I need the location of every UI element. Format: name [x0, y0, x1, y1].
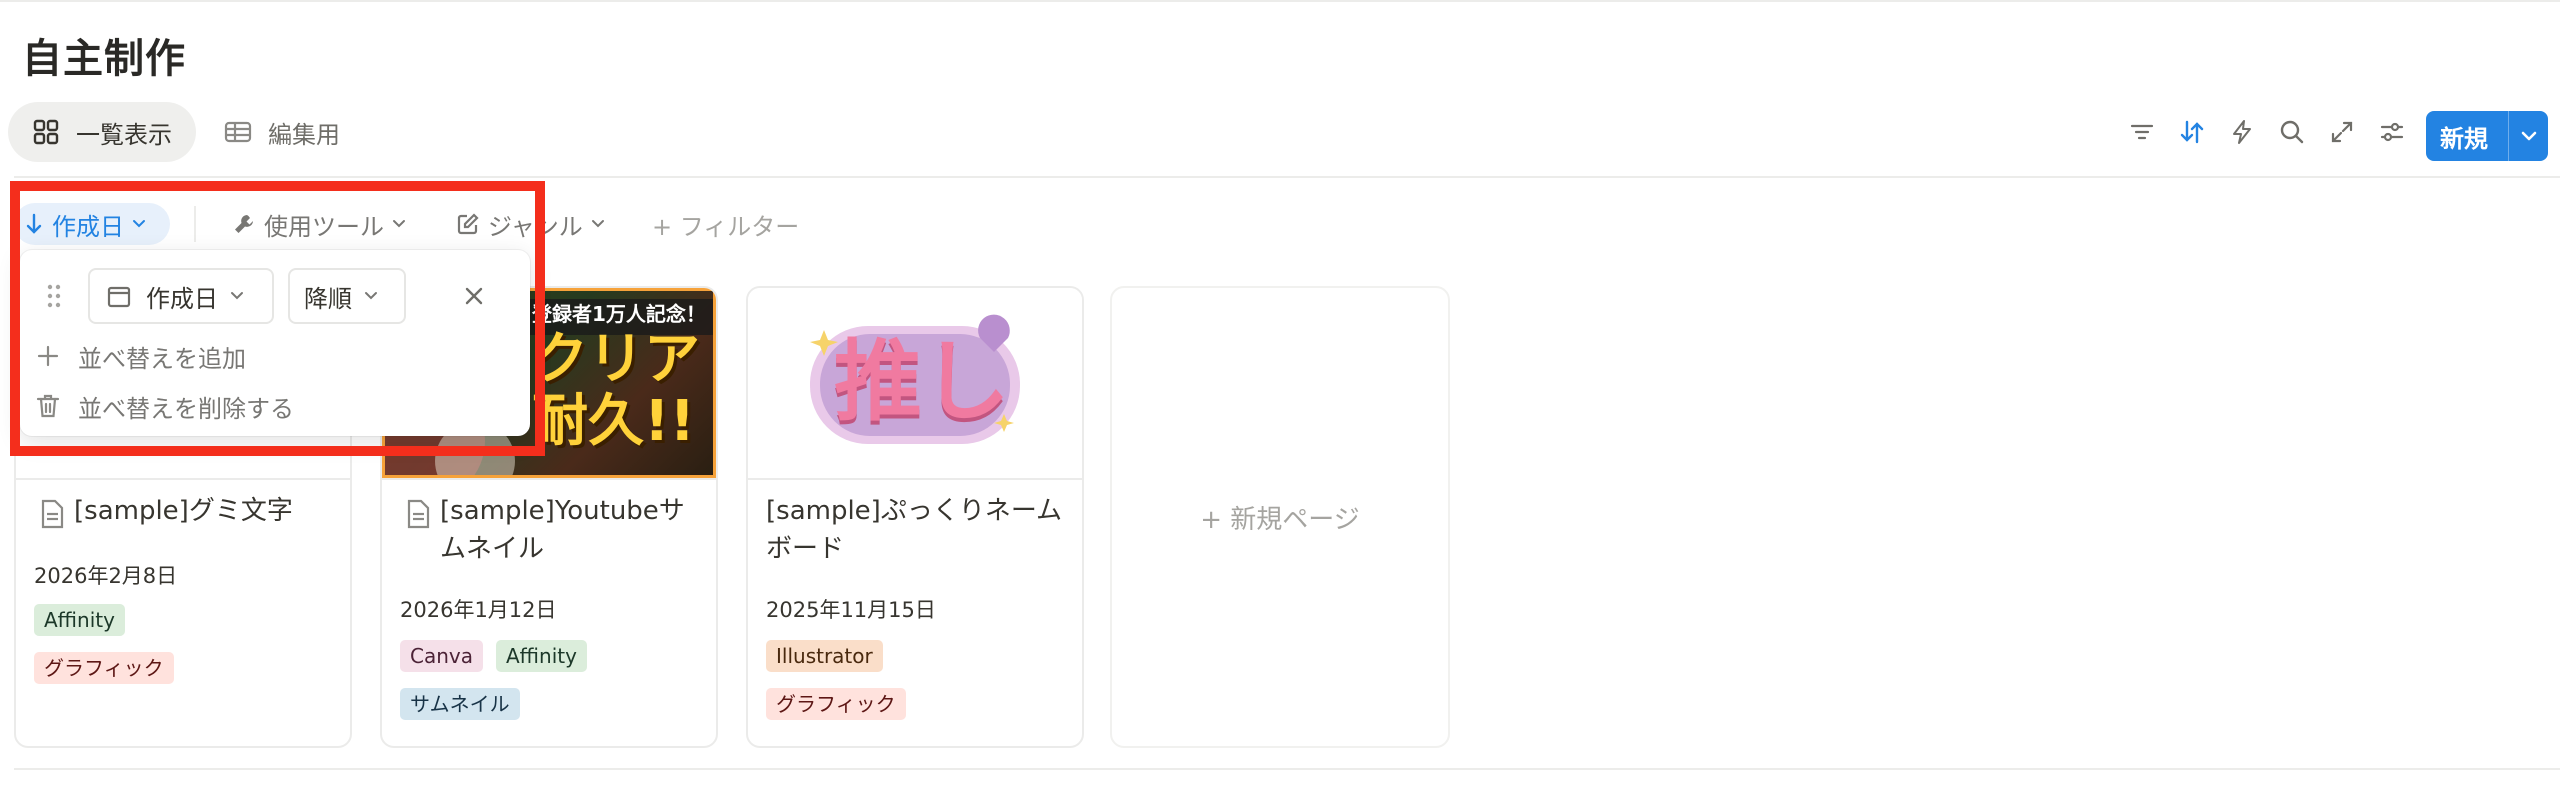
- page-icon: [41, 499, 64, 529]
- new-button-label: 新規: [2440, 124, 2488, 153]
- new-button[interactable]: 新規: [2426, 111, 2548, 161]
- chevron-down-icon: [591, 220, 604, 228]
- card-title: [sample]ぷっくりネームボード: [766, 496, 1063, 564]
- automation-icon[interactable]: [2224, 114, 2260, 150]
- thumbnail-divider: [748, 478, 1082, 480]
- tab-table-view[interactable]: 編集用: [218, 102, 340, 162]
- thumbnail-headline: クリア: [532, 327, 700, 392]
- add-filter-button[interactable]: + フィルター: [652, 203, 799, 245]
- expand-icon[interactable]: [2324, 114, 2360, 150]
- header-divider: [14, 176, 2560, 178]
- card-date: 2026年1月12日: [400, 598, 557, 622]
- table-icon: [224, 118, 252, 146]
- filter-icon[interactable]: [2124, 114, 2160, 150]
- tab-gallery-view[interactable]: 一覧表示: [8, 102, 196, 162]
- page-title: 自主制作: [22, 36, 186, 82]
- tag: Affinity: [496, 640, 587, 672]
- search-icon[interactable]: [2274, 114, 2310, 150]
- highlight-frame: [10, 181, 545, 456]
- tab-table-label: 編集用: [268, 120, 340, 149]
- card-title: [sample]グミ文字: [74, 496, 293, 526]
- sort-icon[interactable]: [2174, 114, 2210, 150]
- tag: Illustrator: [766, 640, 883, 672]
- thumbnail-caption: 登録者1万人記念！: [532, 302, 706, 326]
- tag: グラフィック: [766, 688, 906, 720]
- gallery-card[interactable]: 推し [sample]ぷっくりネームボード 2025年11月15日 Illust…: [746, 286, 1084, 748]
- bottom-divider: [14, 768, 2560, 770]
- thumbnail-divider: [16, 478, 350, 480]
- new-page-card[interactable]: + 新規ページ: [1110, 286, 1450, 748]
- thumbnail-headline: 推し: [834, 330, 1011, 433]
- card-date: 2025年11月15日: [766, 598, 936, 622]
- card-date: 2026年2月8日: [34, 564, 178, 588]
- chevron-down-icon[interactable]: [2509, 125, 2548, 147]
- gallery-grid-icon: [32, 118, 60, 146]
- thumbnail-divider: [382, 478, 716, 480]
- page-icon: [407, 499, 430, 529]
- tag: サムネイル: [400, 688, 520, 720]
- thumbnail-headline: 耐久!!: [532, 389, 696, 454]
- tag: グラフィック: [34, 652, 174, 684]
- tag: Canva: [400, 640, 483, 672]
- tab-gallery-label: 一覧表示: [76, 120, 172, 149]
- card-title: [sample]Youtubeサムネイル: [440, 496, 685, 564]
- top-border: [0, 0, 2560, 2]
- tag: Affinity: [34, 604, 125, 636]
- settings-icon[interactable]: [2374, 114, 2410, 150]
